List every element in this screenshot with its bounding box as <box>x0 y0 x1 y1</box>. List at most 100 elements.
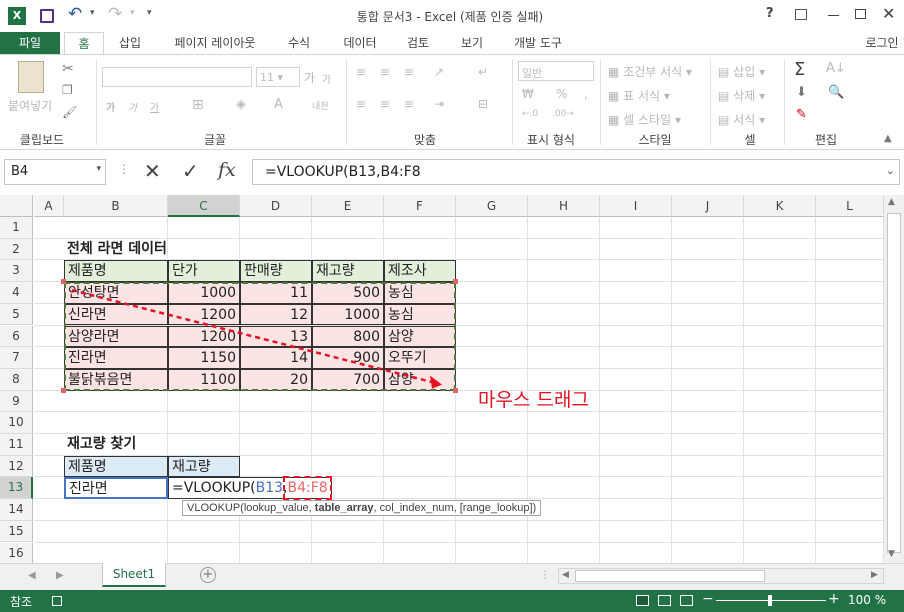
autosum-icon[interactable]: Σ <box>794 59 805 80</box>
vertical-scrollbar[interactable]: ▲ ▼ <box>884 195 904 563</box>
scroll-left-icon[interactable]: ◀ <box>562 570 569 580</box>
row-header-1[interactable]: 1 <box>0 217 33 239</box>
next-sheet-icon[interactable]: ▶ <box>56 570 64 581</box>
cell-styles-button[interactable]: ▦ 셀 스타일 ▾ <box>608 111 681 128</box>
percent-icon[interactable]: % <box>556 87 567 101</box>
table-data-cell[interactable]: 700 <box>312 368 384 391</box>
select-all-corner[interactable] <box>0 195 33 217</box>
row-header-12[interactable]: 12 <box>0 455 33 478</box>
row-header-2[interactable]: 2 <box>0 238 33 261</box>
indent-icon[interactable]: ⇥ <box>434 97 444 111</box>
selection-handle[interactable] <box>453 387 458 393</box>
fill-color-icon[interactable]: ◈ <box>236 97 246 112</box>
table-data-cell[interactable]: 1000 <box>312 303 384 326</box>
cut-icon[interactable]: ✂ <box>62 61 74 77</box>
format-painter-icon[interactable]: 🖌 <box>62 105 77 119</box>
align-bottom-icon[interactable]: ≡ <box>404 65 414 79</box>
table-header-cell[interactable]: 재고량 <box>312 260 384 283</box>
delete-cells-button[interactable]: ▤ 삭제 ▾ <box>718 87 765 104</box>
row-header-5[interactable]: 5 <box>0 303 33 326</box>
table-data-cell[interactable]: 신라면 <box>64 303 168 326</box>
collapse-ribbon-icon[interactable]: ▲ <box>884 133 892 144</box>
prev-sheet-icon[interactable]: ◀ <box>28 570 36 581</box>
comma-icon[interactable]: , <box>584 87 588 101</box>
align-middle-icon[interactable]: ≡ <box>380 65 390 79</box>
column-header-i[interactable]: I <box>600 195 672 217</box>
close-icon[interactable]: ✕ <box>882 4 895 23</box>
fill-icon[interactable]: ⬇ <box>796 85 807 100</box>
table-header-cell[interactable]: 제조사 <box>384 260 456 283</box>
lookup-title[interactable]: 재고량 찾기 <box>64 434 240 456</box>
table-data-cell[interactable]: 900 <box>312 347 384 369</box>
column-header-h[interactable]: H <box>528 195 600 217</box>
table-data-cell[interactable]: 삼양 <box>384 368 456 391</box>
row-header-16[interactable]: 16 <box>0 542 33 565</box>
table-data-cell[interactable]: 11 <box>240 282 312 304</box>
scroll-up-icon[interactable]: ▲ <box>888 197 895 207</box>
expand-formula-icon[interactable]: ⌄ <box>886 164 895 177</box>
sheet-tab-sheet1[interactable]: Sheet1 <box>102 563 166 587</box>
tooltip-bold-arg[interactable]: table_array <box>315 502 374 514</box>
align-top-icon[interactable]: ≡ <box>356 65 366 79</box>
help-icon[interactable]: ? <box>766 6 774 21</box>
enter-formula-icon[interactable]: ✓ <box>182 159 199 183</box>
row-header-6[interactable]: 6 <box>0 325 33 348</box>
conditional-format-button[interactable]: ▦ 조건부 서식 ▾ <box>608 63 692 80</box>
row-header-15[interactable]: 15 <box>0 520 33 543</box>
zoom-slider-thumb[interactable] <box>768 595 772 606</box>
bold-button[interactable]: 가 <box>106 99 115 114</box>
number-format-box[interactable]: 일반 <box>518 61 594 81</box>
format-cells-button[interactable]: ▤ 서식 ▾ <box>718 111 765 128</box>
lookup-header-cell[interactable]: 제품명 <box>64 455 168 478</box>
macro-record-icon[interactable] <box>52 596 62 606</box>
column-header-c[interactable]: C <box>168 195 240 217</box>
save-icon[interactable] <box>40 9 54 23</box>
copy-icon[interactable]: ❐ <box>62 83 73 97</box>
shrink-font-button[interactable]: 가 <box>322 71 331 86</box>
column-header-k[interactable]: K <box>744 195 816 217</box>
align-right-icon[interactable]: ≡ <box>404 97 414 111</box>
table-data-cell[interactable]: 농심 <box>384 303 456 326</box>
zoom-level[interactable]: 100 % <box>848 593 886 607</box>
phonetic-button[interactable]: 내천 <box>312 99 329 112</box>
selection-handle[interactable] <box>61 387 66 393</box>
font-color-icon[interactable]: A <box>274 97 283 112</box>
row-header-8[interactable]: 8 <box>0 368 33 391</box>
tab-split-icon[interactable]: ⋮ <box>540 570 550 581</box>
horizontal-scroll-thumb[interactable] <box>575 570 765 582</box>
page-break-view-icon[interactable] <box>680 595 693 606</box>
column-header-e[interactable]: E <box>312 195 384 217</box>
tab-developer[interactable]: 개발 도구 <box>503 32 573 54</box>
customize-qat-icon[interactable]: ▾ <box>147 8 152 18</box>
font-name-box[interactable] <box>102 67 252 87</box>
lookup-name-cell[interactable]: 진라면 <box>64 477 168 500</box>
ribbon-display-icon[interactable] <box>795 9 807 20</box>
find-select-icon[interactable]: 🔍 <box>828 85 844 100</box>
row-header-3[interactable]: 3 <box>0 260 33 283</box>
scroll-down-icon[interactable]: ▼ <box>888 549 895 559</box>
column-header-g[interactable]: G <box>456 195 528 217</box>
table-data-cell[interactable]: 불닭볶음면 <box>64 368 168 391</box>
align-left-icon[interactable]: ≡ <box>356 97 366 111</box>
minimize-icon[interactable] <box>828 15 839 16</box>
table-data-cell[interactable]: 800 <box>312 325 384 348</box>
font-size-box[interactable]: 11 ▾ <box>256 67 300 87</box>
table-header-cell[interactable]: 판매량 <box>240 260 312 283</box>
currency-icon[interactable]: ₩ <box>522 87 534 101</box>
align-center-icon[interactable]: ≡ <box>380 97 390 111</box>
row-header-10[interactable]: 10 <box>0 412 33 434</box>
name-box-dropdown-icon[interactable]: ▾ <box>96 164 101 174</box>
name-box[interactable]: B4 ▾ <box>4 159 106 185</box>
table-header-cell[interactable]: 제품명 <box>64 260 168 283</box>
column-header-f[interactable]: F <box>384 195 456 217</box>
page-layout-view-icon[interactable] <box>658 595 671 606</box>
row-header-11[interactable]: 11 <box>0 434 33 456</box>
editing-cell-c13[interactable]: =VLOOKUP(B13,B4:F8 <box>168 476 332 501</box>
column-header-a[interactable]: A <box>34 195 64 217</box>
italic-button[interactable]: 가 <box>128 99 137 114</box>
horizontal-scrollbar[interactable]: ◀ ▶ <box>558 568 884 584</box>
tab-data[interactable]: 데이터 <box>333 32 387 54</box>
tab-page-layout[interactable]: 페이지 레이아웃 <box>160 32 270 54</box>
table-header-cell[interactable]: 단가 <box>168 260 240 283</box>
lookup-header-cell[interactable]: 재고량 <box>168 455 240 478</box>
